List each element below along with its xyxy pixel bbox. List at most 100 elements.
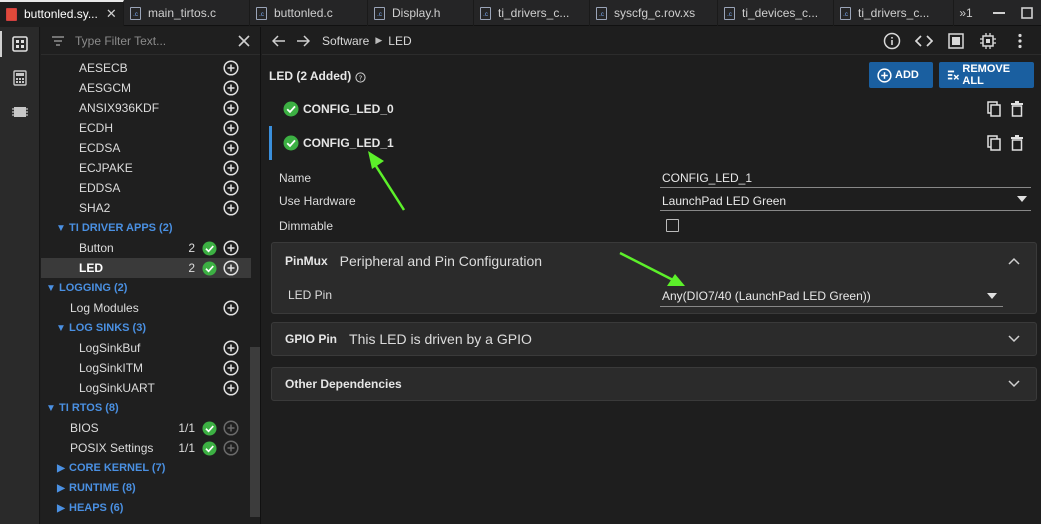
activity-chip-button[interactable] (0, 95, 40, 129)
instance-row[interactable]: CONFIG_LED_0 (269, 92, 1035, 126)
add-module-icon[interactable] (223, 200, 239, 216)
tree-category[interactable]: ▼ TI RTOS (8) (41, 398, 251, 418)
tree-item[interactable]: ANSIX936KDF (41, 98, 251, 118)
remove-all-button[interactable]: REMOVE ALL (939, 62, 1034, 88)
tree-category[interactable]: ▶ RUNTIME (8) (41, 478, 251, 498)
tree-item[interactable]: BIOS 1/1 (41, 418, 251, 438)
breadcrumb-led: LED (388, 33, 412, 48)
gpio-panel-header[interactable]: GPIO Pin This LED is driven by a GPIO (272, 323, 1036, 355)
tab-label: ti_drivers_c... (858, 6, 930, 20)
module-header: LED (2 Added) ? ADD REMOVE ALL (269, 62, 1039, 90)
tree-item[interactable]: AESGCM (41, 78, 251, 98)
chevron-down-icon[interactable] (1008, 335, 1020, 343)
tree-item[interactable]: ECDH (41, 118, 251, 138)
editor-tab[interactable]: .c ti_drivers_c... (474, 0, 590, 26)
copy-icon[interactable] (987, 135, 1001, 151)
tree-category[interactable]: ▼ LOGGING (2) (41, 278, 251, 298)
add-module-icon[interactable] (223, 100, 239, 116)
add-module-icon[interactable] (223, 260, 239, 276)
activity-calculator-button[interactable] (0, 61, 40, 95)
chevron-down-icon[interactable]: ▼ (45, 403, 57, 414)
close-tab-icon[interactable]: ✕ (106, 6, 117, 22)
minimize-button[interactable] (985, 0, 1013, 26)
editor-tab[interactable]: buttonled.sy... ✕ (0, 0, 124, 26)
chevron-down-icon[interactable]: ▼ (55, 323, 67, 334)
breadcrumb-software[interactable]: Software (322, 34, 369, 48)
add-module-icon[interactable] (223, 360, 239, 376)
filter-input[interactable] (75, 33, 238, 48)
led-pin-select[interactable]: Any(DIO7/40 (LaunchPad LED Green)) (660, 285, 1003, 307)
board-view-button[interactable] (945, 30, 967, 52)
tree-category[interactable]: ▶ CORE KERNEL (7) (41, 458, 251, 478)
editor-tab[interactable]: .c buttonled.c (250, 0, 368, 26)
back-arrow-icon[interactable] (272, 34, 286, 47)
tree-category[interactable]: ▼ TI DRIVER APPS (2) (41, 218, 251, 238)
tree-item[interactable]: EDDSA (41, 178, 251, 198)
editor-tab[interactable]: .c Display.h (368, 0, 474, 26)
module-sidebar: AESECB AESGCM ANSIX936KDF ECDH ECDSA ECJPAKE E… (41, 27, 261, 524)
delete-icon[interactable] (1011, 135, 1023, 151)
name-field[interactable]: CONFIG_LED_1 (660, 168, 1031, 188)
add-module-icon[interactable] (223, 440, 239, 456)
add-module-icon[interactable] (223, 160, 239, 176)
help-icon[interactable]: ? (355, 71, 366, 83)
chevron-down-icon[interactable] (1008, 380, 1020, 388)
add-module-icon[interactable] (223, 140, 239, 156)
more-menu-button[interactable] (1009, 30, 1031, 52)
editor-tab[interactable]: .c syscfg_c.rov.xs (590, 0, 718, 26)
tree-item[interactable]: Log Modules (41, 298, 251, 318)
code-view-button[interactable] (913, 30, 935, 52)
tree-category[interactable]: ▶ HEAPS (6) (41, 498, 251, 518)
add-module-icon[interactable] (223, 420, 239, 436)
editor-tab[interactable]: .c main_tirtos.c (124, 0, 250, 26)
chevron-right-icon[interactable]: ▶ (55, 483, 67, 494)
tree-item[interactable]: SHA2 (41, 198, 251, 218)
maximize-button[interactable] (1013, 0, 1041, 26)
tree-item[interactable]: LogSinkITM (41, 358, 251, 378)
tree-item[interactable]: LogSinkBuf (41, 338, 251, 358)
hardware-select[interactable]: LaunchPad LED Green (660, 191, 1031, 211)
add-button[interactable]: ADD (869, 62, 933, 88)
add-module-icon[interactable] (223, 80, 239, 96)
editor-tab[interactable]: .c ti_drivers_c... (834, 0, 954, 26)
dimmable-checkbox[interactable] (666, 219, 679, 232)
add-module-icon[interactable] (223, 120, 239, 136)
tree-item[interactable]: LogSinkUART (41, 378, 251, 398)
chevron-right-icon[interactable]: ▶ (55, 503, 67, 514)
chevron-right-icon[interactable]: ▶ (55, 463, 67, 474)
tree-category[interactable]: ▼ LOG SINKS (3) (41, 318, 251, 338)
copy-icon[interactable] (987, 101, 1001, 117)
gpio-panel[interactable]: GPIO Pin This LED is driven by a GPIO (271, 322, 1037, 356)
add-module-icon[interactable] (223, 240, 239, 256)
chevron-down-icon[interactable]: ▼ (55, 223, 67, 234)
tree-item[interactable]: Button 2 (41, 238, 251, 258)
tree-item[interactable]: ECDSA (41, 138, 251, 158)
forward-arrow-icon[interactable] (296, 34, 310, 47)
instance-row-selected[interactable]: CONFIG_LED_1 (269, 126, 1035, 160)
tree-item[interactable]: AESECB (41, 58, 251, 78)
add-module-icon[interactable] (223, 340, 239, 356)
chevron-up-icon[interactable] (1008, 257, 1020, 265)
tree-item[interactable]: ECJPAKE (41, 158, 251, 178)
add-module-icon[interactable] (223, 380, 239, 396)
tree-item[interactable]: LED 2 (41, 258, 251, 278)
clear-filter-icon[interactable] (238, 34, 250, 47)
window-controls (985, 0, 1041, 25)
add-module-icon[interactable] (223, 180, 239, 196)
chevron-down-icon[interactable]: ▼ (45, 283, 57, 294)
dependencies-panel[interactable]: Other Dependencies (271, 367, 1037, 401)
clear-all-icon (947, 70, 960, 80)
pinmux-panel-header[interactable]: PinMux Peripheral and Pin Configuration (272, 243, 1036, 279)
dependencies-panel-header[interactable]: Other Dependencies (272, 368, 1036, 400)
device-view-button[interactable] (977, 30, 999, 52)
editor-tab[interactable]: .c ti_devices_c... (718, 0, 834, 26)
info-button[interactable] (881, 30, 903, 52)
tree-item[interactable]: POSIX Settings 1/1 (41, 438, 251, 458)
sidebar-scrollbar[interactable] (250, 347, 260, 517)
tab-label: ti_devices_c... (742, 6, 819, 20)
tab-overflow-button[interactable]: »1 (954, 0, 978, 25)
add-module-icon[interactable] (223, 60, 239, 76)
activity-software-button[interactable] (0, 27, 40, 61)
add-module-icon[interactable] (223, 300, 239, 316)
delete-icon[interactable] (1011, 101, 1023, 117)
